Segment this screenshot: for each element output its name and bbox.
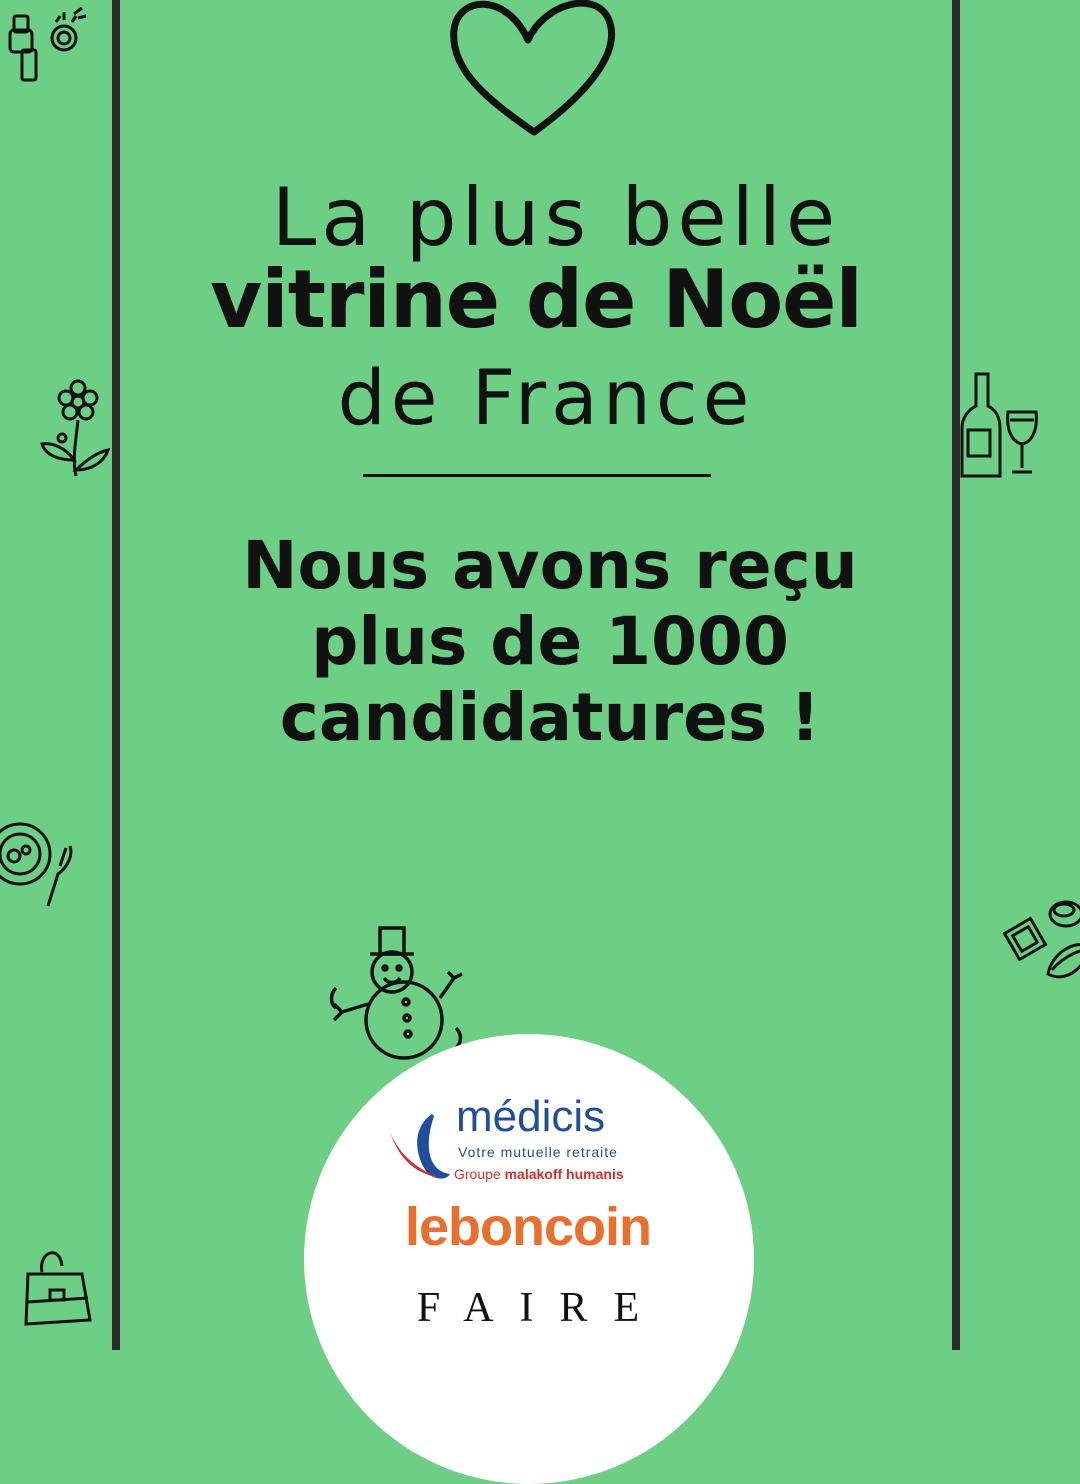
heart-icon bbox=[448, 0, 618, 140]
title-line-1: La plus belle bbox=[271, 171, 841, 264]
medicis-swoosh-icon bbox=[390, 1114, 450, 1179]
handbag-icon bbox=[20, 1244, 100, 1334]
plate-fork-icon bbox=[0, 810, 90, 910]
medicis-group-prefix: Groupe bbox=[454, 1166, 505, 1182]
headline-line-2: plus de 1000 bbox=[311, 603, 789, 680]
chocolates-icon bbox=[1000, 896, 1080, 996]
snowman-icon bbox=[329, 924, 470, 1064]
headline-line-1: Nous avons reçu bbox=[242, 527, 858, 604]
medicis-group-name: malakoff humanis bbox=[504, 1166, 624, 1182]
headline-line-3: candidatures ! bbox=[279, 679, 821, 756]
title-line-2: vitrine de Noël bbox=[210, 253, 863, 346]
title-divider bbox=[363, 474, 711, 477]
faire-logo: FAIRE bbox=[416, 1285, 666, 1331]
medicis-name: médicis bbox=[456, 1092, 606, 1141]
leboncoin-logo: leboncoin bbox=[405, 1197, 652, 1257]
medicis-group: Groupe malakoff humanis bbox=[454, 1166, 624, 1182]
medicis-tagline: Votre mutuelle retraite bbox=[458, 1144, 618, 1160]
title-line-3: de France bbox=[337, 353, 755, 442]
left-border-line bbox=[112, 0, 120, 1350]
flower-icon bbox=[36, 379, 116, 480]
watch-ring-icon bbox=[0, 0, 90, 90]
wine-bottle-glass-icon bbox=[960, 372, 1050, 482]
headline: Nous avons reçu plus de 1000 candidature… bbox=[150, 528, 950, 756]
medicis-logo: médicis Votre mutuelle retraite Groupe m… bbox=[388, 1092, 678, 1190]
